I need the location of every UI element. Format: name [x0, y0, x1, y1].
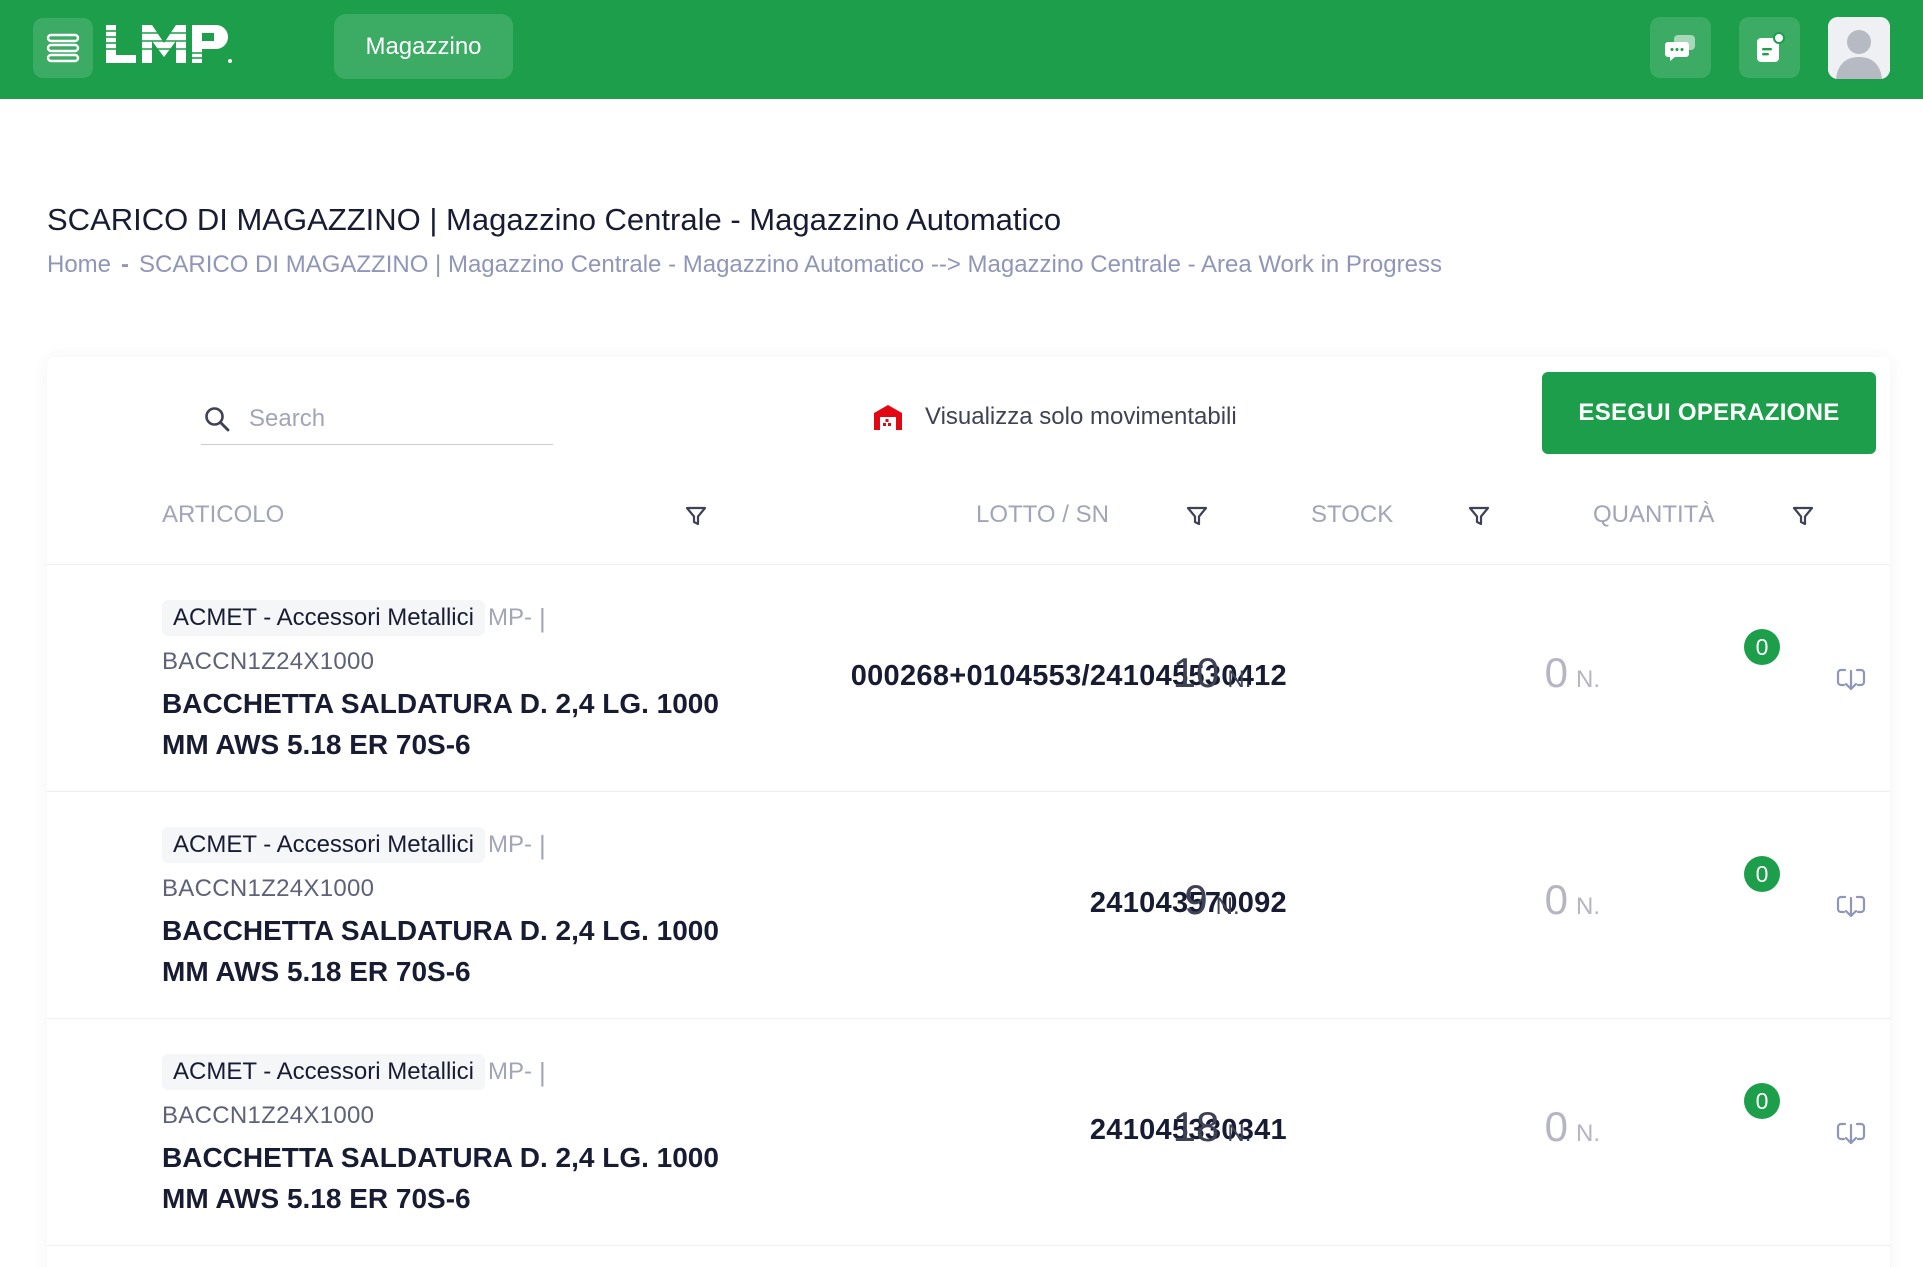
article-code: BACCN1Z24X1000	[162, 875, 375, 902]
user-avatar-icon[interactable]	[1828, 17, 1890, 79]
article-code: BACCN1Z24X1000	[162, 648, 375, 675]
breadcrumb-home[interactable]: Home	[47, 251, 111, 278]
quantity-unit: N.	[1576, 893, 1600, 920]
notes-icon[interactable]	[1739, 17, 1800, 78]
column-header-lotto[interactable]: LOTTO / SN	[976, 501, 1109, 529]
stock-unit: N.	[1227, 666, 1252, 693]
article-description: BACCHETTA SALDATURA D. 2,4 LG. 1000 MM A…	[162, 915, 719, 987]
stock-value: 18 N.	[1087, 1103, 1337, 1151]
article-description: BACCHETTA SALDATURA D. 2,4 LG. 1000 MM A…	[162, 688, 719, 760]
article-description: BACCHETTA SALDATURA D. 2,4 LG. 1000 MM A…	[162, 1142, 719, 1214]
quantity-badge: 0	[1744, 856, 1780, 892]
filter-icon[interactable]	[1791, 504, 1815, 528]
warehouse-icon	[874, 405, 902, 430]
quantity-badge: 0	[1744, 1083, 1780, 1119]
top-navbar: Magazzino	[0, 0, 1923, 99]
article-code: BACCN1Z24X1000	[162, 1102, 375, 1129]
download-icon[interactable]	[1835, 663, 1867, 695]
quantity-number[interactable]: 0	[1545, 649, 1568, 696]
stock-unit: N.	[1227, 1120, 1252, 1147]
search-icon	[205, 407, 230, 432]
category-separator: |	[538, 602, 546, 633]
category-chip: ACMET - Accessori Metallici	[162, 1054, 485, 1090]
filter-icon[interactable]	[684, 504, 708, 528]
quantity-number[interactable]: 0	[1545, 1103, 1568, 1150]
quantity-value[interactable]: 0 N.	[1402, 649, 1612, 697]
table-row[interactable]: ACMET - Accessori Metallici MP- | BACCN1…	[47, 1019, 1890, 1246]
category-line: ACMET - Accessori Metallici MP- |	[162, 600, 546, 636]
stock-number: 10	[1172, 649, 1220, 696]
download-icon[interactable]	[1835, 1117, 1867, 1149]
page-title: SCARICO DI MAGAZZINO | Magazzino Central…	[47, 202, 1062, 237]
quantity-value[interactable]: 0 N.	[1402, 876, 1612, 924]
breadcrumb-separator: -	[121, 251, 130, 278]
stock-value: 9 N.	[1087, 876, 1337, 924]
chat-bubbles-glyph	[1664, 34, 1695, 61]
execute-operation-button[interactable]: ESEGUI OPERAZIONE	[1542, 372, 1876, 454]
hamburger-menu-icon[interactable]	[33, 18, 93, 78]
movable-only-label: Visualizza solo movimentabili	[925, 403, 1237, 430]
category-separator: |	[538, 1056, 546, 1087]
warehouse-table-card: Visualizza solo movimentabili ESEGUI OPE…	[47, 357, 1890, 1267]
filter-icon[interactable]	[1467, 504, 1491, 528]
category-separator: |	[538, 829, 546, 860]
nav-magazzino[interactable]: Magazzino	[334, 14, 513, 79]
category-prefix: MP-	[487, 604, 532, 631]
search-box[interactable]	[201, 394, 553, 445]
column-header-stock[interactable]: STOCK	[1311, 501, 1393, 529]
breadcrumb: Home - SCARICO DI MAGAZZINO | Magazzino Ce…	[47, 251, 1442, 279]
avatar-silhouette	[1828, 17, 1890, 79]
category-prefix: MP-	[487, 831, 532, 858]
quantity-number[interactable]: 0	[1545, 876, 1568, 923]
category-chip: ACMET - Accessori Metallici	[162, 827, 485, 863]
quantity-unit: N.	[1576, 666, 1600, 693]
quantity-badge: 0	[1744, 629, 1780, 665]
category-line: ACMET - Accessori Metallici MP- |	[162, 1054, 546, 1090]
stock-unit: N.	[1215, 893, 1240, 920]
search-input[interactable]	[249, 405, 539, 433]
column-header-quantita[interactable]: QUANTITÀ	[1593, 501, 1714, 529]
filter-icon[interactable]	[1185, 504, 1209, 528]
category-prefix: MP-	[487, 1058, 532, 1085]
stock-value: 10 N.	[1087, 649, 1337, 697]
breadcrumb-current: SCARICO DI MAGAZZINO | Magazzino Central…	[139, 251, 1442, 278]
notes-glyph	[1756, 31, 1785, 62]
stock-number: 18	[1172, 1103, 1220, 1150]
quantity-unit: N.	[1576, 1120, 1600, 1147]
chat-bubbles-icon[interactable]	[1650, 17, 1711, 78]
lmp-logo[interactable]	[106, 25, 234, 69]
download-icon[interactable]	[1835, 890, 1867, 922]
table-row[interactable]: ACMET - Accessori Metallici MP- | BACCN1…	[47, 792, 1890, 1019]
hamburger-menu-glyph	[46, 33, 80, 63]
table-row[interactable]: ACMET - Accessori Metallici MP- | BACCN1…	[47, 565, 1890, 792]
movable-only-toggle[interactable]: Visualizza solo movimentabili	[873, 397, 1237, 437]
category-line: ACMET - Accessori Metallici MP- |	[162, 827, 546, 863]
quantity-value[interactable]: 0 N.	[1402, 1103, 1612, 1151]
category-chip: ACMET - Accessori Metallici	[162, 600, 485, 636]
stock-number: 9	[1184, 876, 1208, 923]
column-header-articolo[interactable]: ARTICOLO	[162, 501, 284, 529]
